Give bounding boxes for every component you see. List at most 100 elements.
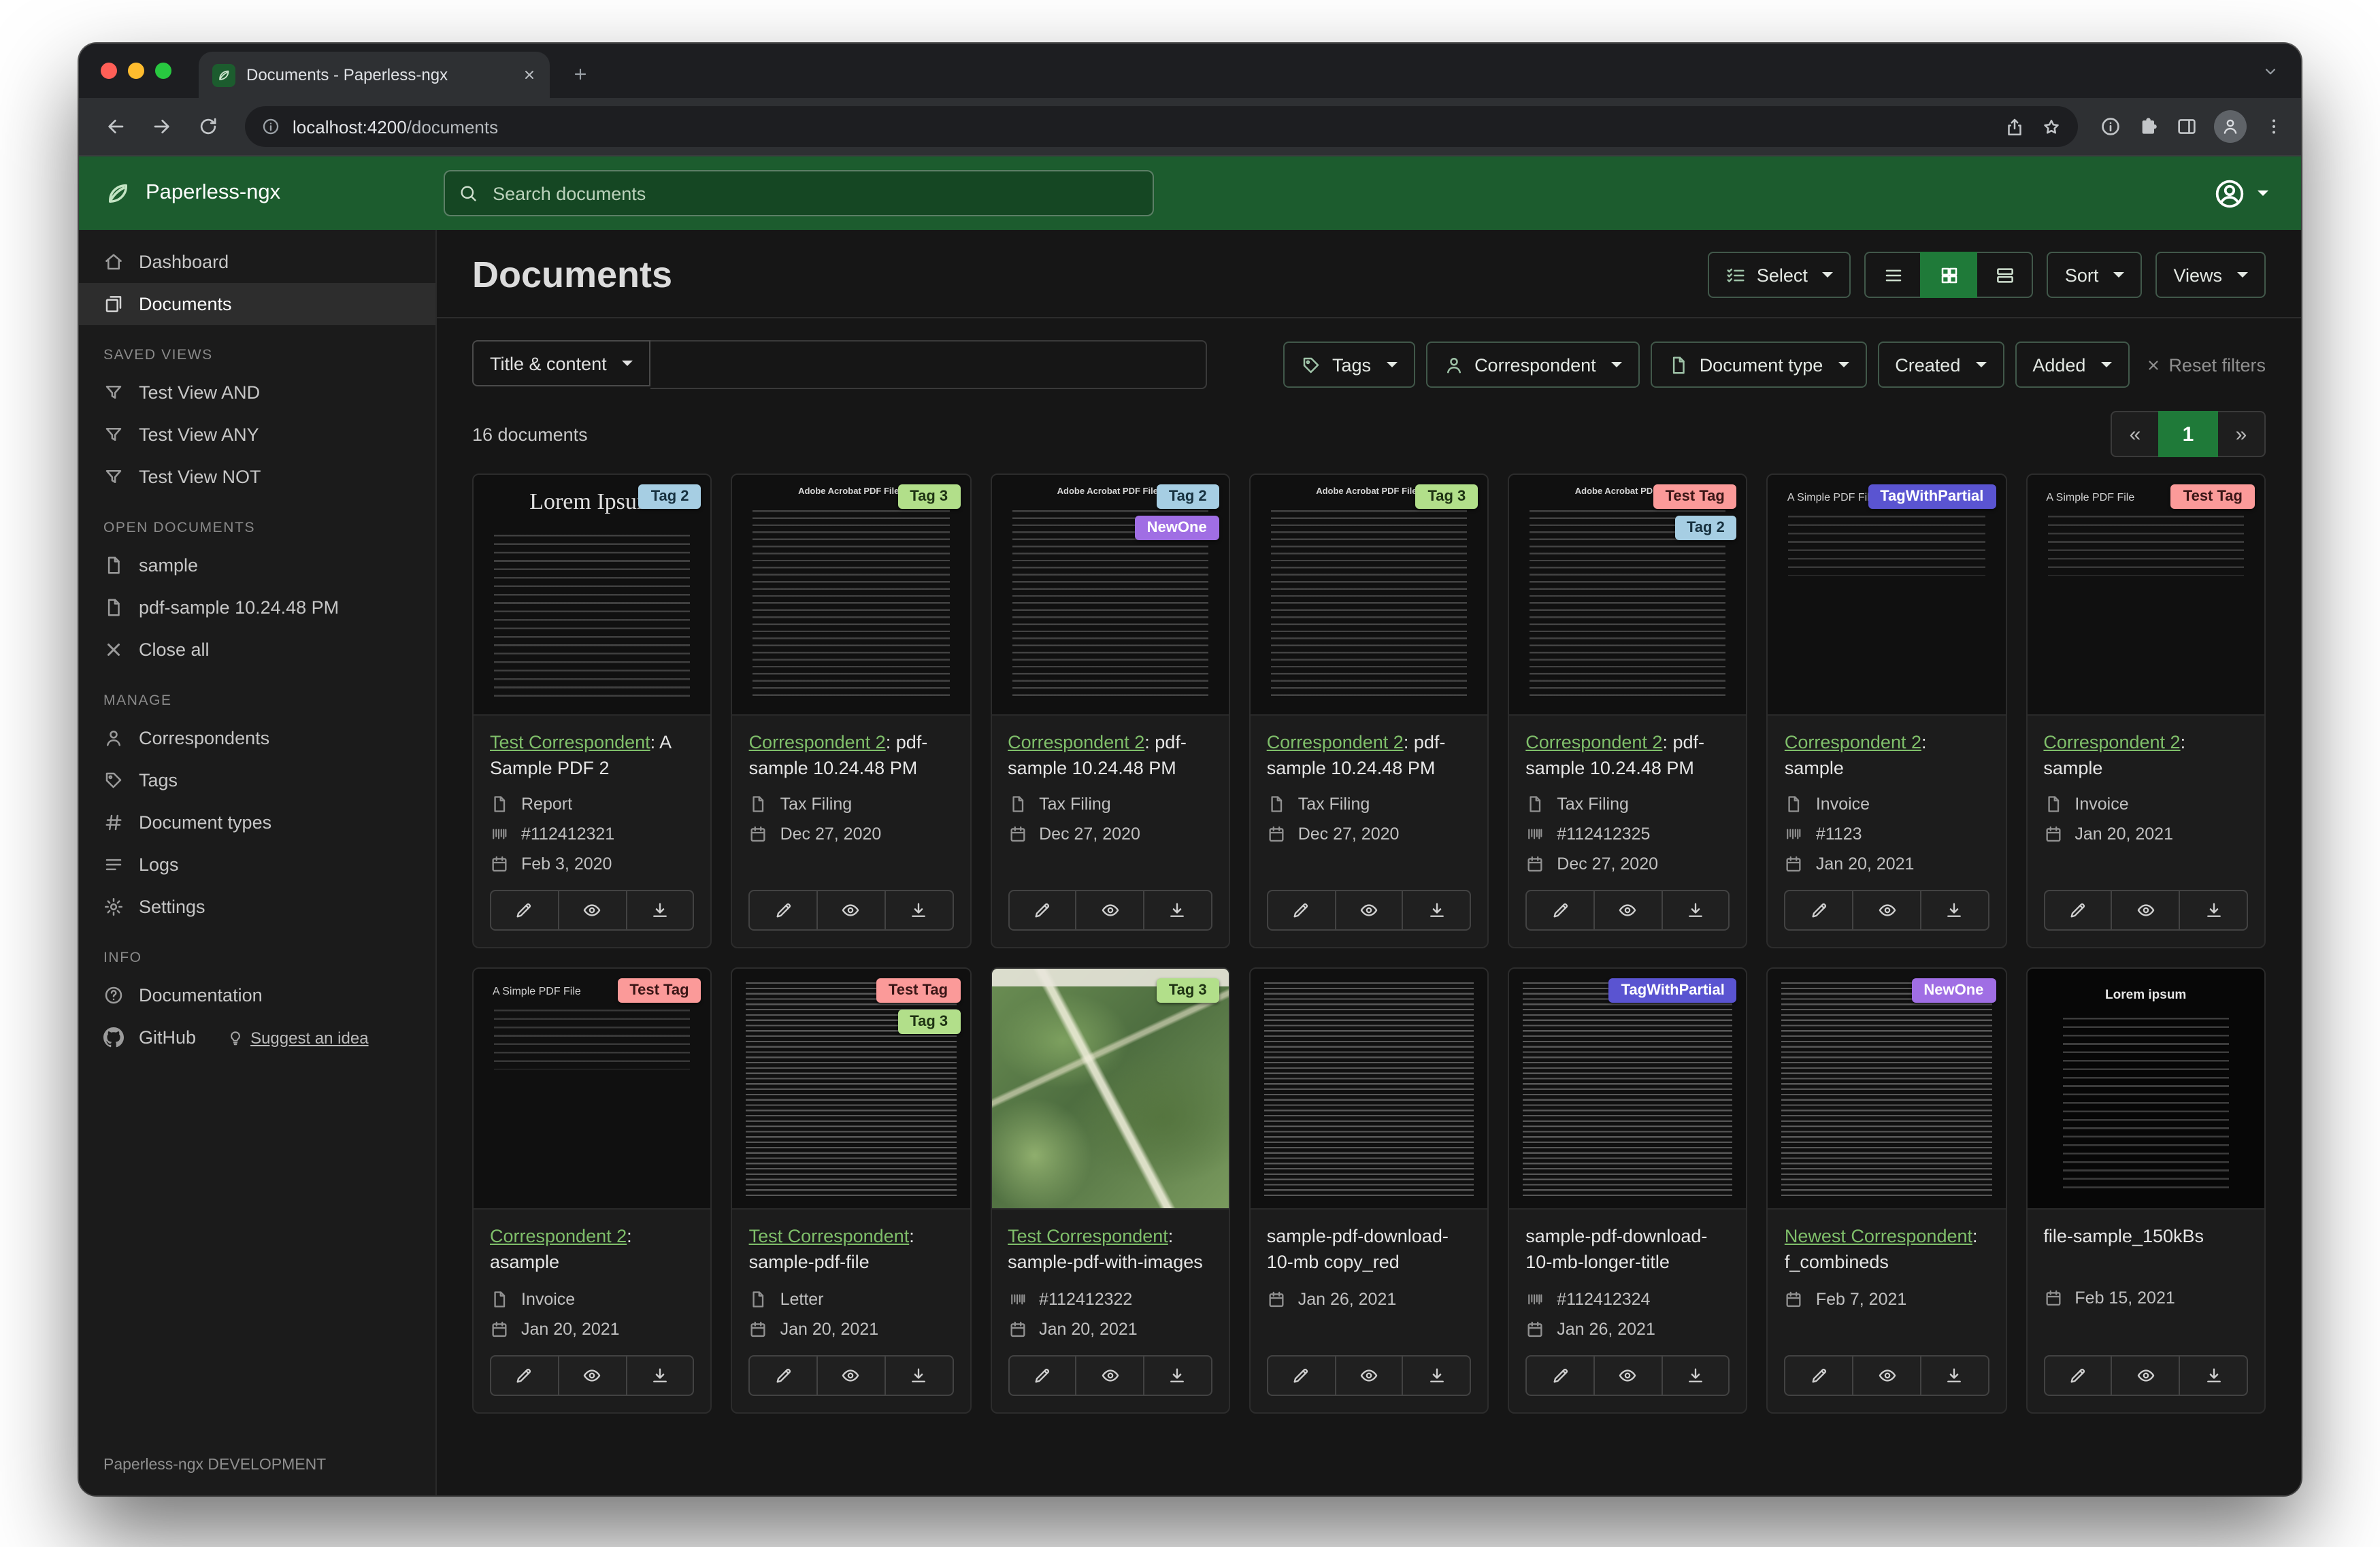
forward-button[interactable]	[142, 106, 182, 147]
filter-document-type-button[interactable]: Document type	[1651, 342, 1867, 388]
correspondent-link[interactable]: Correspondent 2	[1785, 732, 1921, 752]
bookmark-star-icon[interactable]	[2041, 116, 2062, 137]
sidebar-item-github[interactable]: GitHubSuggest an idea	[79, 1016, 435, 1059]
view-document-button[interactable]	[1852, 1354, 1921, 1395]
tag-badge[interactable]: NewOne	[1135, 516, 1219, 540]
tag-badge[interactable]: Tag 3	[1415, 484, 1478, 509]
sidebar-item-settings[interactable]: Settings	[79, 886, 435, 928]
correspondent-link[interactable]: Correspondent 2	[1525, 732, 1662, 752]
prev-page-button[interactable]: «	[2111, 411, 2160, 457]
view-document-button[interactable]	[1334, 1354, 1404, 1395]
download-document-button[interactable]	[2179, 1354, 2248, 1395]
edit-document-button[interactable]	[1008, 891, 1077, 931]
view-document-button[interactable]	[558, 1354, 627, 1395]
download-document-button[interactable]	[1143, 891, 1212, 931]
tag-badge[interactable]: TagWithPartial	[1868, 484, 1996, 509]
search-input[interactable]	[490, 182, 1139, 205]
tag-badge[interactable]: Test Tag	[876, 979, 960, 1003]
new-tab-button[interactable]	[561, 54, 599, 93]
document-thumbnail[interactable]: A Simple PDF FileTest Tag	[2027, 475, 2264, 716]
view-document-button[interactable]	[816, 891, 886, 931]
document-thumbnail[interactable]: Adobe Acrobat PDF FilesTest TagTag 2	[1509, 475, 1747, 716]
document-title[interactable]: Correspondent 2: pdf-sample 10.24.48 PM	[1267, 729, 1472, 782]
sidebar-item-test-view-not[interactable]: Test View NOT	[79, 456, 435, 498]
sidebar-item-close-all[interactable]: Close all	[79, 629, 435, 671]
download-document-button[interactable]	[625, 1354, 695, 1395]
document-thumbnail[interactable]: Test TagTag 3	[733, 969, 970, 1210]
correspondent-link[interactable]: Test Correspondent	[749, 1227, 910, 1247]
edit-document-button[interactable]	[1525, 1354, 1595, 1395]
document-thumbnail[interactable]: TagWithPartial	[1509, 969, 1747, 1210]
document-title[interactable]: Correspondent 2: pdf-sample 10.24.48 PM	[749, 729, 954, 782]
user-menu-button[interactable]	[2204, 175, 2277, 212]
browser-menu-icon[interactable]	[2263, 116, 2285, 137]
edit-document-button[interactable]	[749, 891, 819, 931]
document-card[interactable]: TagWithPartial sample-pdf-download-10-mb…	[1508, 968, 1748, 1414]
edit-document-button[interactable]	[490, 891, 559, 931]
correspondent-link[interactable]: Test Correspondent	[1008, 1227, 1168, 1247]
document-card[interactable]: Lorem ipsum file-sample_150kBs Feb 15, 2…	[2026, 968, 2266, 1414]
document-card[interactable]: NewOne Newest Correspondent: f_combineds…	[1767, 968, 2007, 1414]
sort-button[interactable]: Sort	[2047, 252, 2143, 298]
reload-button[interactable]	[188, 106, 229, 147]
tag-badge[interactable]: Tag 3	[1157, 979, 1219, 1003]
sidebar-item-documents[interactable]: Documents	[79, 283, 435, 325]
error-info-icon[interactable]	[2100, 116, 2121, 137]
next-page-button[interactable]: »	[2217, 411, 2266, 457]
document-title[interactable]: Test Correspondent: sample-pdf-file	[749, 1224, 954, 1276]
view-document-button[interactable]	[816, 1354, 886, 1395]
download-document-button[interactable]	[1661, 891, 1730, 931]
document-title[interactable]: Correspondent 2: pdf-sample 10.24.48 PM	[1525, 729, 1730, 782]
sidebar-item-sample[interactable]: sample	[79, 544, 435, 586]
tag-badge[interactable]: Test Tag	[617, 979, 701, 1003]
view-document-button[interactable]	[1076, 891, 1145, 931]
edit-document-button[interactable]	[1008, 1354, 1077, 1395]
document-title[interactable]: Correspondent 2: sample	[2043, 729, 2248, 782]
document-thumbnail[interactable]	[1251, 969, 1488, 1210]
document-thumbnail[interactable]: Tag 3	[991, 969, 1229, 1210]
address-bar[interactable]: localhost:4200/documents	[245, 106, 2078, 147]
document-card[interactable]: Tag 3 Test Correspondent: sample-pdf-wit…	[990, 968, 1230, 1414]
document-card[interactable]: A Simple PDF FileTest Tag Correspondent …	[2026, 473, 2266, 949]
view-cards-button[interactable]	[1977, 252, 2034, 298]
download-document-button[interactable]	[885, 1354, 954, 1395]
document-title[interactable]: Correspondent 2: asample	[490, 1224, 695, 1276]
correspondent-link[interactable]: Newest Correspondent	[1785, 1227, 1972, 1247]
edit-document-button[interactable]	[1785, 1354, 1854, 1395]
document-title[interactable]: Correspondent 2: sample	[1785, 729, 1989, 782]
close-tab-icon[interactable]	[523, 68, 536, 82]
correspondent-link[interactable]: Correspondent 2	[1008, 732, 1144, 752]
view-document-button[interactable]	[1334, 891, 1404, 931]
download-document-button[interactable]	[2179, 891, 2248, 931]
document-card[interactable]: Adobe Acrobat PDF FilesTag 3 Corresponde…	[731, 473, 972, 949]
app-brand[interactable]: Paperless-ngx	[103, 179, 280, 207]
document-title[interactable]: Test Correspondent: A Sample PDF 2	[490, 729, 695, 782]
tag-badge[interactable]: Tag 3	[897, 484, 960, 509]
suggest-idea-link[interactable]: Suggest an idea	[227, 1028, 369, 1047]
select-button[interactable]: Select	[1708, 252, 1851, 298]
back-button[interactable]	[95, 106, 136, 147]
document-thumbnail[interactable]: Adobe Acrobat PDF FilesTag 2NewOne	[991, 475, 1229, 716]
document-card[interactable]: sample-pdf-download-10-mb copy_red Jan 2…	[1249, 968, 1489, 1414]
filter-tags-button[interactable]: Tags	[1283, 342, 1415, 388]
download-document-button[interactable]	[885, 891, 954, 931]
document-title[interactable]: sample-pdf-download-10-mb copy_red	[1267, 1224, 1472, 1276]
document-thumbnail[interactable]: A Simple PDF FileTagWithPartial	[1768, 475, 2006, 716]
sidebar-item-tags[interactable]: Tags	[79, 759, 435, 801]
document-card[interactable]: Adobe Acrobat PDF FilesTag 2NewOne Corre…	[990, 473, 1230, 949]
correspondent-link[interactable]: Test Correspondent	[490, 732, 650, 752]
document-thumbnail[interactable]: A Simple PDF FileTest Tag	[474, 969, 711, 1210]
document-card[interactable]: Lorem IpsumTag 2 Test Correspondent: A S…	[472, 473, 712, 949]
document-card[interactable]: A Simple PDF FileTagWithPartial Correspo…	[1767, 473, 2007, 949]
document-thumbnail[interactable]: Lorem IpsumTag 2	[474, 475, 711, 716]
view-document-button[interactable]	[558, 891, 627, 931]
download-document-button[interactable]	[1920, 891, 1989, 931]
filter-correspondent-button[interactable]: Correspondent	[1425, 342, 1640, 388]
view-document-button[interactable]	[2111, 1354, 2181, 1395]
correspondent-link[interactable]: Correspondent 2	[490, 1227, 627, 1247]
document-title[interactable]: file-sample_150kBs	[2043, 1224, 2248, 1276]
tag-badge[interactable]: Tag 2	[639, 484, 701, 509]
tag-badge[interactable]: NewOne	[1911, 979, 1996, 1003]
sidebar-item-document-types[interactable]: Document types	[79, 801, 435, 844]
current-page-button[interactable]: 1	[2158, 411, 2218, 457]
